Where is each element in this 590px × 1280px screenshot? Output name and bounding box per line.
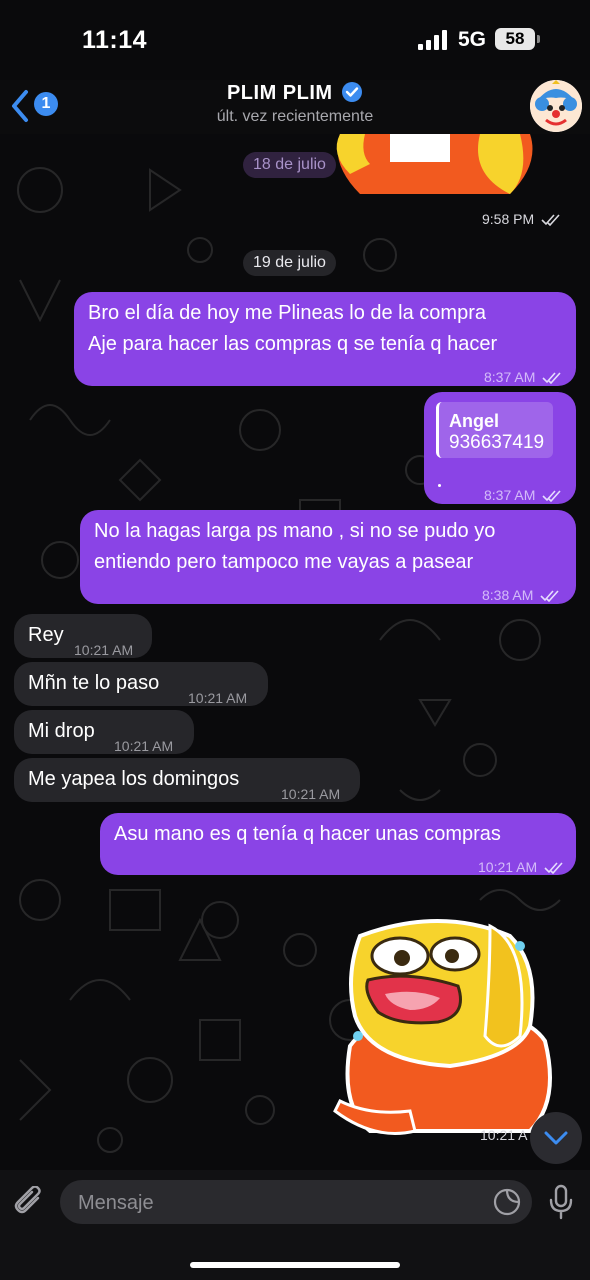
sticker-top-meta: 9:58 PM <box>482 211 561 227</box>
message-time: 10:21 AM <box>74 642 134 658</box>
message-text: Aje para hacer las compras q se tenía q … <box>88 333 498 355</box>
status-bar: 11:14 5G 58 <box>0 0 590 80</box>
message-meta: 8:38 AM <box>482 580 560 610</box>
chevron-down-icon <box>544 1131 568 1145</box>
double-check-icon <box>542 490 561 502</box>
verified-icon <box>342 82 363 102</box>
chat-title: PLIM PLIM <box>226 82 333 104</box>
message-time: 10:21 AM <box>114 738 174 754</box>
message-text: Bro el día de hoy me Plineas lo de la co… <box>88 302 486 324</box>
message-meta: 8:37 AM <box>484 362 562 392</box>
date-separator: 18 de julio <box>243 152 336 178</box>
message-bubble-out[interactable]: Bro el día de hoy me Plineas lo de la co… <box>74 292 576 386</box>
chat-title-area[interactable]: PLIM PLIM últ. vez recientemente <box>140 81 450 126</box>
message-text: No la hagas larga ps mano , si no se pud… <box>94 520 496 542</box>
clown-avatar-icon <box>530 80 582 132</box>
message-bubble-out[interactable]: No la hagas larga ps mano , si no se pud… <box>80 510 576 604</box>
double-check-icon <box>541 214 560 226</box>
message-bubble-in[interactable]: Rey 10:21 AM <box>14 614 152 658</box>
network-type: 5G <box>458 28 487 51</box>
message-text: entiendo pero tampoco me vayas a pasear <box>94 551 474 573</box>
message-text: Mñn te lo paso <box>28 672 160 694</box>
double-check-icon <box>542 372 561 384</box>
message-time: 8:37 AM <box>484 487 536 503</box>
unread-badge[interactable]: 1 <box>34 92 58 116</box>
double-check-icon <box>544 862 563 874</box>
message-text: Me yapea los domingos <box>28 768 240 790</box>
avatar[interactable] <box>530 80 582 132</box>
battery-icon: 58 <box>495 28 535 50</box>
contact-phone[interactable]: 936637419 <box>449 428 544 458</box>
message-text: Mi drop <box>28 720 95 742</box>
sticker-icon[interactable] <box>492 1187 522 1217</box>
scroll-to-bottom-button[interactable] <box>530 1112 582 1164</box>
message-time: 10:21 AM <box>281 786 341 802</box>
battery-tip <box>537 35 540 43</box>
message-field[interactable] <box>60 1180 532 1226</box>
message-time: 10:21 A <box>480 1127 528 1143</box>
contact-card[interactable]: Angel 936637419 <box>436 402 553 458</box>
chat-header: 1 PLIM PLIM últ. vez recientemente <box>0 80 590 134</box>
dot-icon <box>438 484 441 487</box>
message-text: Asu mano es q tenía q hacer unas compras <box>114 823 501 845</box>
message-input[interactable] <box>76 1180 480 1226</box>
message-text: Rey <box>28 624 64 646</box>
back-chevron-icon[interactable] <box>8 88 34 124</box>
message-bubble-in[interactable]: Mñn te lo paso 10:21 AM <box>14 662 268 706</box>
message-time: 10:21 AM <box>188 690 248 706</box>
contact-message-bubble[interactable]: Angel 936637419 8:37 AM <box>424 392 576 504</box>
message-time: 9:58 PM <box>482 211 535 227</box>
date-separator: 19 de julio <box>243 250 336 276</box>
message-bubble-out[interactable]: Asu mano es q tenía q hacer unas compras… <box>100 813 576 875</box>
message-bubble-in[interactable]: Me yapea los domingos 10:21 AM <box>14 758 360 802</box>
message-time: 8:38 AM <box>482 587 534 603</box>
sticker-image-top[interactable] <box>330 134 545 206</box>
attach-icon[interactable] <box>14 1186 46 1222</box>
mic-icon[interactable] <box>548 1184 574 1220</box>
sticker-image[interactable] <box>330 916 560 1136</box>
message-time: 10:21 AM <box>478 859 538 875</box>
last-seen: últ. vez recientemente <box>216 108 374 125</box>
signal-icon <box>418 30 447 50</box>
status-time: 11:14 <box>82 26 148 54</box>
message-meta: 10:21 AM <box>478 852 564 882</box>
message-input-bar <box>0 1170 590 1280</box>
home-indicator <box>190 1262 400 1268</box>
message-meta: 8:37 AM <box>484 480 562 510</box>
message-bubble-in[interactable]: Mi drop 10:21 AM <box>14 710 194 754</box>
double-check-icon <box>540 590 559 602</box>
message-time: 8:37 AM <box>484 369 536 385</box>
